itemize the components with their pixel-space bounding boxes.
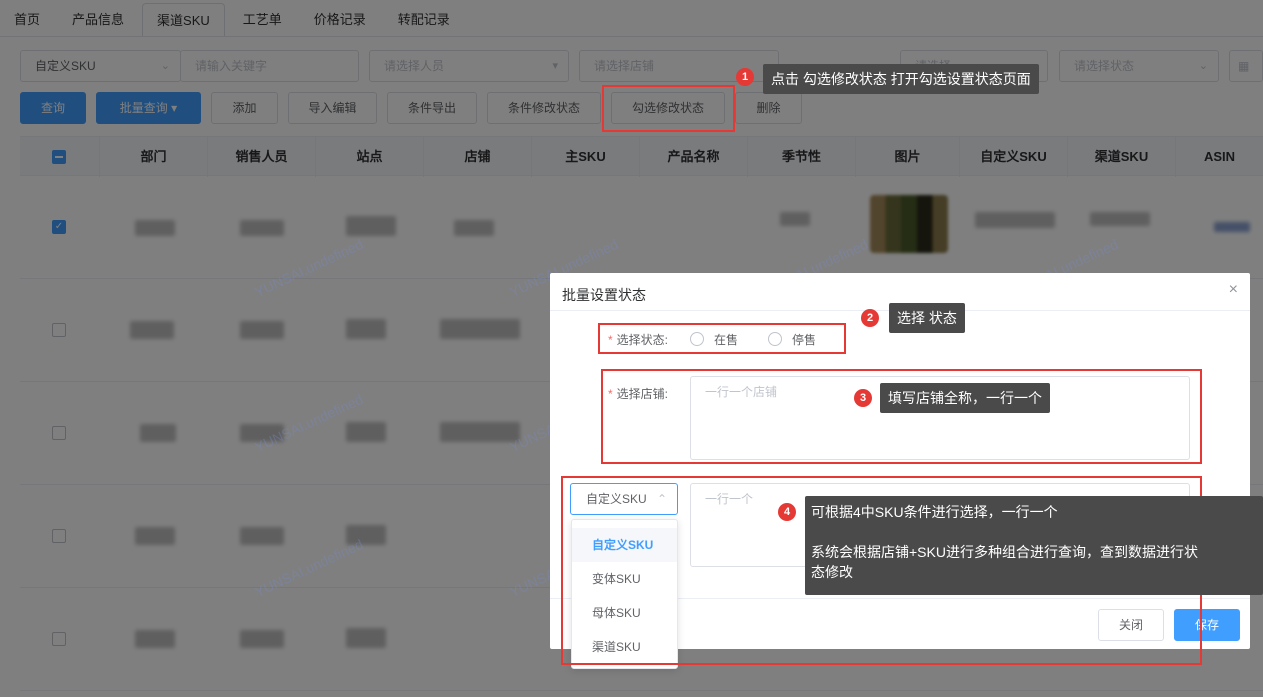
dialog-title: 批量设置状态: [562, 287, 646, 303]
highlight-box-1: [602, 85, 735, 132]
annotation-tip-4-line1: 可根据4中SKU条件进行选择，一行一个: [811, 504, 1058, 520]
annotation-tip-1: 点击 勾选修改状态 打开勾选设置状态页面: [763, 64, 1039, 94]
annotation-tip-4-line3: 态修改: [811, 564, 853, 580]
annotation-tip-2: 选择 状态: [889, 303, 965, 333]
annotation-badge-4: 4: [778, 503, 796, 521]
annotation-tip-3: 填写店铺全称，一行一个: [880, 383, 1050, 413]
annotation-tip-4: 可根据4中SKU条件进行选择，一行一个 系统会根据店铺+SKU进行多种组合进行查…: [805, 496, 1263, 595]
close-icon[interactable]: ×: [1229, 281, 1238, 299]
annotation-badge-1: 1: [736, 68, 754, 86]
annotation-badge-3: 3: [854, 389, 872, 407]
annotation-tip-4-line2: 系统会根据店铺+SKU进行多种组合进行查询，查到数据进行状: [811, 544, 1198, 560]
highlight-box-2: [598, 323, 846, 354]
annotation-badge-2: 2: [861, 309, 879, 327]
